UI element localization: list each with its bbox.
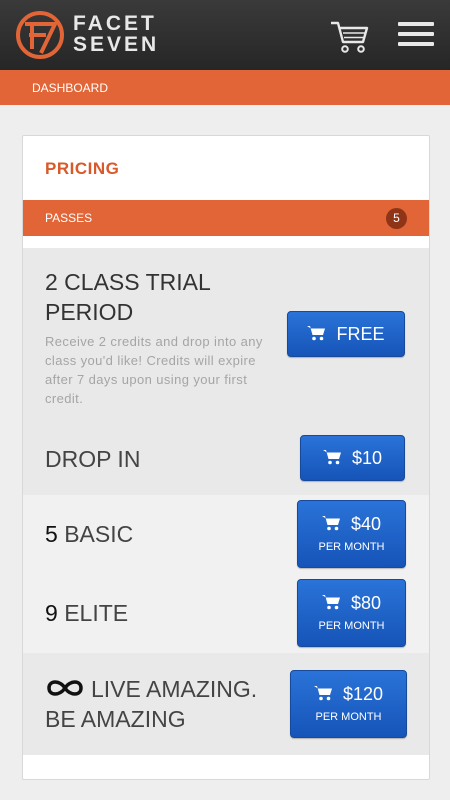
cart-icon <box>321 595 340 610</box>
plan-name-line-2: PERIOD <box>45 299 134 325</box>
cart-icon <box>321 516 340 531</box>
plan-description: Receive 2 credits and drop into any clas… <box>45 334 263 406</box>
plan-name: LIVE AMAZING. BE AMAZING <box>45 674 257 734</box>
billing-period-label: PER MONTH <box>318 541 385 553</box>
plan-name-number: 9 <box>45 600 58 626</box>
shopping-cart-icon[interactable] <box>330 20 370 54</box>
passes-section-header[interactable]: PASSES 5 <box>23 200 429 236</box>
buy-elite-button[interactable]: $80 PER MONTH <box>297 579 406 647</box>
plan-name-line-1: 2 CLASS TRIAL <box>45 269 211 295</box>
cart-icon <box>322 450 341 465</box>
plan-row-trial: 2 CLASS TRIAL PERIOD Receive 2 credits a… <box>23 248 429 424</box>
cart-icon <box>313 686 332 701</box>
plan-name-text: BASIC <box>64 521 134 547</box>
price-label: $40 <box>350 514 382 534</box>
price-label: $80 <box>350 593 382 613</box>
buy-basic-button[interactable]: $40 PER MONTH <box>297 500 406 568</box>
price-label: FREE <box>336 324 385 344</box>
plan-name: 2 CLASS TRIAL PERIOD <box>45 267 211 327</box>
brand-line-1: FACET <box>73 12 157 35</box>
hamburger-menu-icon[interactable] <box>398 22 434 48</box>
buy-live-amazing-button[interactable]: $120 PER MONTH <box>290 670 407 738</box>
price-label: $120 <box>342 684 384 704</box>
top-nav-bar: FACET SEVEN <box>0 0 450 70</box>
plan-row-basic: 5 BASIC $40 PER MONTH <box>23 495 429 574</box>
pricing-card: PRICING PASSES 5 2 CLASS TRIAL PERIOD Re… <box>22 135 430 780</box>
plan-name-line-1: LIVE AMAZING. <box>45 674 257 704</box>
billing-period-label: PER MONTH <box>315 711 382 723</box>
brand-name[interactable]: FACET SEVEN <box>73 13 159 55</box>
plan-name: DROP IN <box>45 446 141 472</box>
plan-name-text: ELITE <box>64 600 129 626</box>
brand-line-2: SEVEN <box>73 33 160 56</box>
cart-icon <box>307 326 326 341</box>
count-badge: 5 <box>386 208 407 229</box>
plan-name-line-2: BE AMAZING <box>45 706 186 732</box>
breadcrumb-dashboard-link[interactable]: DASHBOARD <box>32 81 108 95</box>
breadcrumb: DASHBOARD <box>0 70 450 105</box>
price-label: $10 <box>351 448 383 468</box>
plan-name: 9 ELITE <box>45 598 128 628</box>
plan-name: 5 BASIC <box>45 519 133 549</box>
buy-trial-button[interactable]: FREE <box>287 311 405 357</box>
buy-drop-in-button[interactable]: $10 <box>300 435 405 481</box>
plan-row-elite: 9 ELITE $80 PER MONTH <box>23 574 429 653</box>
infinity-icon <box>47 680 83 696</box>
facet-seven-logo[interactable] <box>15 9 65 61</box>
plan-row-drop-in: DROP IN $10 <box>23 424 429 495</box>
section-label: PASSES <box>45 211 93 225</box>
plan-row-live-amazing: LIVE AMAZING. BE AMAZING $120 PER MONTH <box>23 653 429 755</box>
page-title: PRICING <box>45 159 120 178</box>
billing-period-label: PER MONTH <box>318 620 385 632</box>
plan-name-text: LIVE AMAZING. <box>91 676 258 702</box>
plan-name-number: 5 <box>45 521 58 547</box>
